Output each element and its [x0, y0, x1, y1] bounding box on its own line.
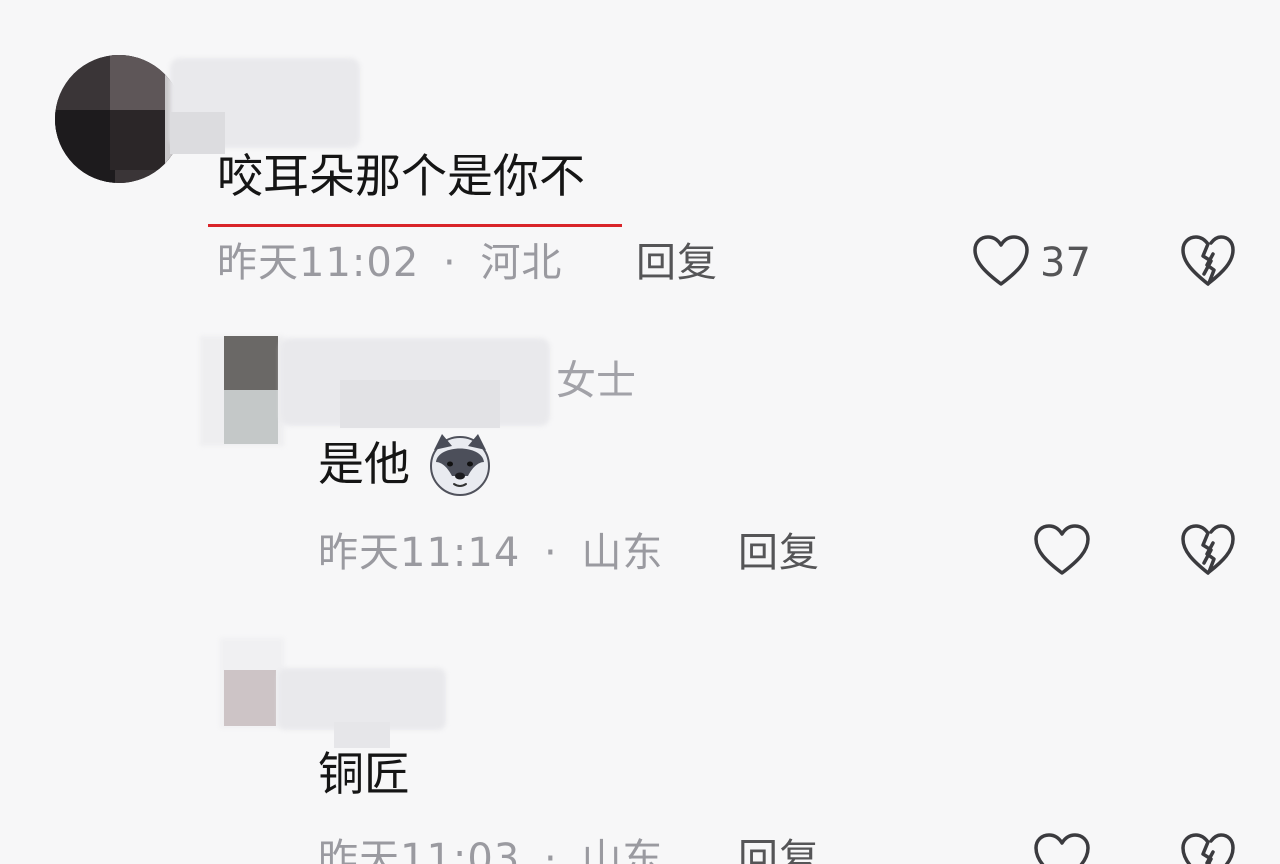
husky-dog-emoji	[428, 432, 492, 496]
avatar[interactable]	[55, 55, 183, 183]
like-button[interactable]	[1033, 523, 1091, 577]
comment-time: 昨天11:03	[318, 836, 521, 864]
comment-meta: 昨天11:03 · 山东	[318, 836, 663, 864]
reply-button[interactable]: 回复	[636, 240, 718, 286]
comment-location: 河北	[480, 240, 563, 286]
like-button[interactable]	[1033, 832, 1091, 864]
reply-avatar[interactable]	[200, 336, 284, 446]
heart-outline-icon	[973, 235, 1029, 286]
comment-text: 咬耳朵那个是你不	[217, 149, 585, 203]
username-blur-block	[334, 722, 390, 748]
heart-outline-icon	[1034, 833, 1090, 864]
meta-separator: ·	[443, 240, 457, 286]
like-button[interactable]	[972, 234, 1030, 288]
reply-avatar[interactable]	[220, 638, 284, 728]
comment-meta: 昨天11:14 · 山东	[318, 530, 663, 576]
username-blurred[interactable]	[278, 668, 446, 730]
like-count: 37	[1040, 240, 1091, 286]
meta-separator: ·	[544, 836, 558, 864]
broken-heart-icon	[1181, 524, 1235, 575]
comment-location: 山东	[581, 836, 664, 864]
comment-text: 是他	[318, 438, 410, 490]
broken-heart-icon	[1181, 833, 1235, 864]
reply-button[interactable]: 回复	[738, 836, 820, 864]
broken-heart-icon	[1181, 235, 1235, 286]
username-blur-block	[340, 380, 500, 428]
comment-meta: 昨天11:02 · 河北	[217, 240, 562, 286]
gender-tag: 女士	[556, 358, 636, 404]
dislike-button[interactable]	[1180, 832, 1236, 864]
username-blur-block	[170, 112, 225, 154]
comment-time: 昨天11:14	[318, 530, 521, 576]
comment-text-content: 是他	[318, 437, 410, 491]
dislike-button[interactable]	[1180, 523, 1236, 577]
heart-outline-icon	[1034, 524, 1090, 575]
comment-location: 山东	[581, 530, 664, 576]
comment-text: 铜匠	[318, 747, 410, 801]
meta-separator: ·	[544, 530, 558, 576]
highlight-underline	[208, 224, 622, 227]
dislike-button[interactable]	[1180, 234, 1236, 288]
comment-time: 昨天11:02	[217, 240, 420, 286]
reply-button[interactable]: 回复	[738, 530, 820, 576]
